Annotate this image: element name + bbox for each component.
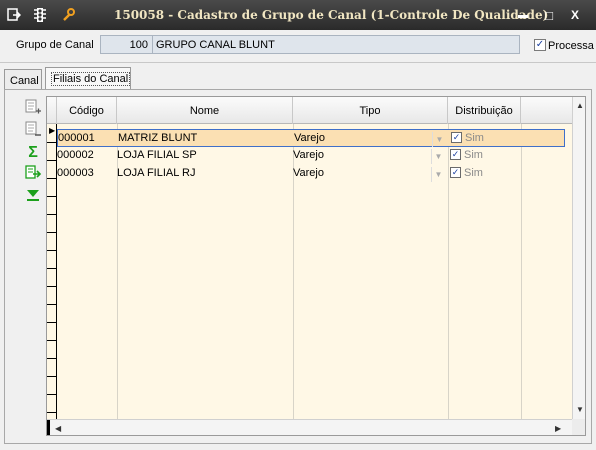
table-row[interactable]: 000003 LOJA FILIAL RJ Varejo ▼ ✓ Sim [57,165,565,183]
tab-canal[interactable]: Canal [4,69,42,91]
header-panel: Grupo de Canal 100 GRUPO CANAL BLUNT ✓ P… [4,30,596,62]
col-header-nome[interactable]: Nome [117,97,293,124]
processa-label: Processa [548,40,594,52]
processa-checkbox[interactable]: ✓ [534,39,546,51]
window-title: 150058 - Cadastro de Grupo de Canal (1-C… [114,8,549,22]
export-icon[interactable] [23,164,43,182]
scrollbar-edge [47,420,50,435]
col-header-tipo[interactable]: Tipo [293,97,448,124]
minimize-button[interactable]: ▬ [514,7,532,23]
scroll-down-icon[interactable]: ▼ [576,405,584,414]
tab-canal-label: Canal [10,75,39,87]
scroll-up-icon[interactable]: ▲ [576,101,584,110]
distribuicao-checkbox[interactable]: ✓ [450,167,461,178]
tipo-value: Varejo [293,167,324,179]
add-row-icon[interactable] [23,98,43,116]
filiais-panel: Σ Código Nome Tipo Distribuição ▶ 000001… [4,89,592,444]
grupo-code-field[interactable]: 100 [100,35,153,54]
chevron-down-icon[interactable]: ▼ [432,132,446,147]
col-header-distribuicao[interactable]: Distribuição [448,97,521,124]
traffic-light-icon[interactable] [32,7,48,23]
grid-header: Código Nome Tipo Distribuição [47,97,572,124]
row-indicator-column: ▶ [47,124,57,419]
cell-codigo[interactable]: 000001 [58,132,95,144]
table-row[interactable]: 000002 LOJA FILIAL SP Varejo ▼ ✓ Sim [57,147,565,165]
grupo-name-field[interactable]: GRUPO CANAL BLUNT [152,35,520,54]
tab-filiais-label: Filiais do Canal [51,72,131,86]
app-menu-icon[interactable] [6,7,22,23]
header-indicator-cell [47,97,57,124]
chevron-down-icon[interactable]: ▼ [431,167,445,182]
cell-nome[interactable]: LOJA FILIAL SP [117,149,197,161]
cell-codigo[interactable]: 000003 [57,167,94,179]
col-header-codigo[interactable]: Código [57,97,117,124]
tipo-value: Varejo [293,149,324,161]
vertical-scrollbar[interactable]: ▲ ▼ [572,97,585,419]
tipo-select[interactable]: Varejo ▼ [293,149,448,165]
remove-row-icon[interactable] [23,120,43,138]
cell-nome[interactable]: MATRIZ BLUNT [118,132,197,144]
distribuicao-label: Sim [465,132,484,144]
cell-codigo[interactable]: 000002 [57,149,94,161]
distribuicao-label: Sim [464,149,483,161]
scrollbar-corner [572,419,585,435]
scroll-left-icon[interactable]: ◀ [55,424,61,433]
title-bar: 150058 - Cadastro de Grupo de Canal (1-C… [0,0,596,30]
maximize-button[interactable]: □ [540,7,558,23]
tab-filiais-do-canal[interactable]: Filiais do Canal [45,67,131,91]
tipo-select[interactable]: Varejo ▼ [294,132,449,148]
tab-strip: Canal Filiais do Canal [0,62,596,91]
distribuicao-checkbox[interactable]: ✓ [450,149,461,160]
horizontal-scrollbar[interactable]: ◀ ▶ [47,419,572,435]
filiais-grid[interactable]: Código Nome Tipo Distribuição ▶ 000001 M… [46,96,586,436]
tipo-select[interactable]: Varejo ▼ [293,167,448,183]
distribuicao-checkbox[interactable]: ✓ [451,132,462,143]
grupo-label: Grupo de Canal [16,39,94,51]
chevron-down-icon[interactable]: ▼ [431,149,445,164]
filter-icon[interactable] [23,186,43,204]
wrench-icon[interactable] [60,7,76,23]
table-row[interactable]: 000001 MATRIZ BLUNT Varejo ▼ ✓ Sim [57,129,565,147]
sum-icon[interactable]: Σ [23,144,43,162]
scroll-right-icon[interactable]: ▶ [555,424,561,433]
cell-nome[interactable]: LOJA FILIAL RJ [117,167,195,179]
close-button[interactable]: X [566,7,584,23]
current-row-arrow-icon: ▶ [49,126,56,135]
distribuicao-label: Sim [464,167,483,179]
tipo-value: Varejo [294,132,325,144]
